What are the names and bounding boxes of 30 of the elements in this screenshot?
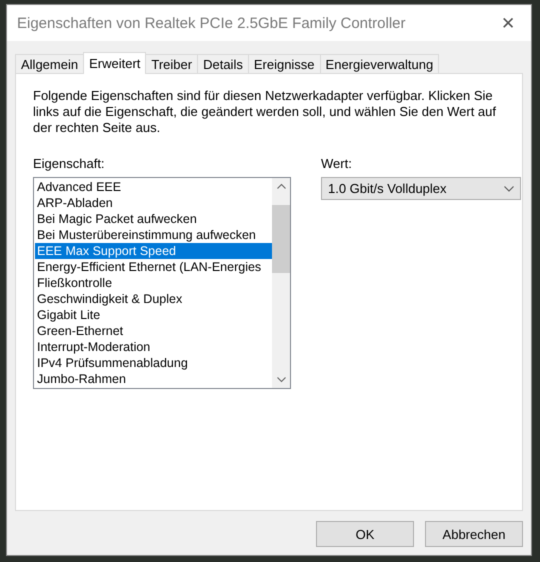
list-item[interactable]: Green-Ethernet <box>35 323 272 339</box>
list-item[interactable]: Advanced EEE <box>35 179 272 195</box>
chevron-down-icon[interactable] <box>276 377 286 383</box>
list-item[interactable]: Geschwindigkeit & Duplex <box>35 291 272 307</box>
tab[interactable]: Ereignisse <box>248 54 321 73</box>
tab[interactable]: Energieverwaltung <box>320 54 440 73</box>
list-item[interactable]: IPv4 Prüfsummenabladung <box>35 355 272 371</box>
scrollbar[interactable] <box>272 178 290 388</box>
cancel-button[interactable]: Abbrechen <box>425 521 523 547</box>
chevron-up-icon[interactable] <box>276 183 286 189</box>
ok-button[interactable]: OK <box>316 521 414 547</box>
list-item[interactable]: ARP-Abladen <box>35 195 272 211</box>
list-item[interactable]: Energy-Efficient Ethernet (LAN-Energies <box>35 259 272 275</box>
close-button[interactable]: ✕ <box>485 5 531 41</box>
list-item[interactable]: Bei Magic Packet aufwecken <box>35 211 272 227</box>
scroll-thumb[interactable] <box>272 205 290 273</box>
list-item[interactable]: EEE Max Support Speed <box>35 243 272 259</box>
list-item[interactable]: Interrupt-Moderation <box>35 339 272 355</box>
value-label: Wert: <box>321 156 353 171</box>
window-title: Eigenschaften von Realtek PCIe 2.5GbE Family Controller <box>17 14 406 32</box>
value-dropdown[interactable]: 1.0 Gbit/s Vollduplex <box>321 177 521 200</box>
list-item[interactable]: Jumbo-Rahmen <box>35 371 272 387</box>
tab[interactable]: Erweitert <box>83 52 146 74</box>
chevron-down-icon <box>504 186 514 192</box>
list-item[interactable]: Bei Musterübereinstimmung aufwecken <box>35 227 272 243</box>
tab[interactable]: Allgemein <box>15 54 84 73</box>
property-label: Eigenschaft: <box>33 156 106 171</box>
list-item[interactable]: Gigabit Lite <box>35 307 272 323</box>
list-item[interactable]: Fließkontrolle <box>35 275 272 291</box>
description-text: Folgende Eigenschaften sind für diesen Netzwerkadapter verfügbar. Klicken Sie links auf die Eigenschaft, die geändert werden soll, und wählen Sie den Wert auf der rechten Seite aus. <box>33 88 497 136</box>
